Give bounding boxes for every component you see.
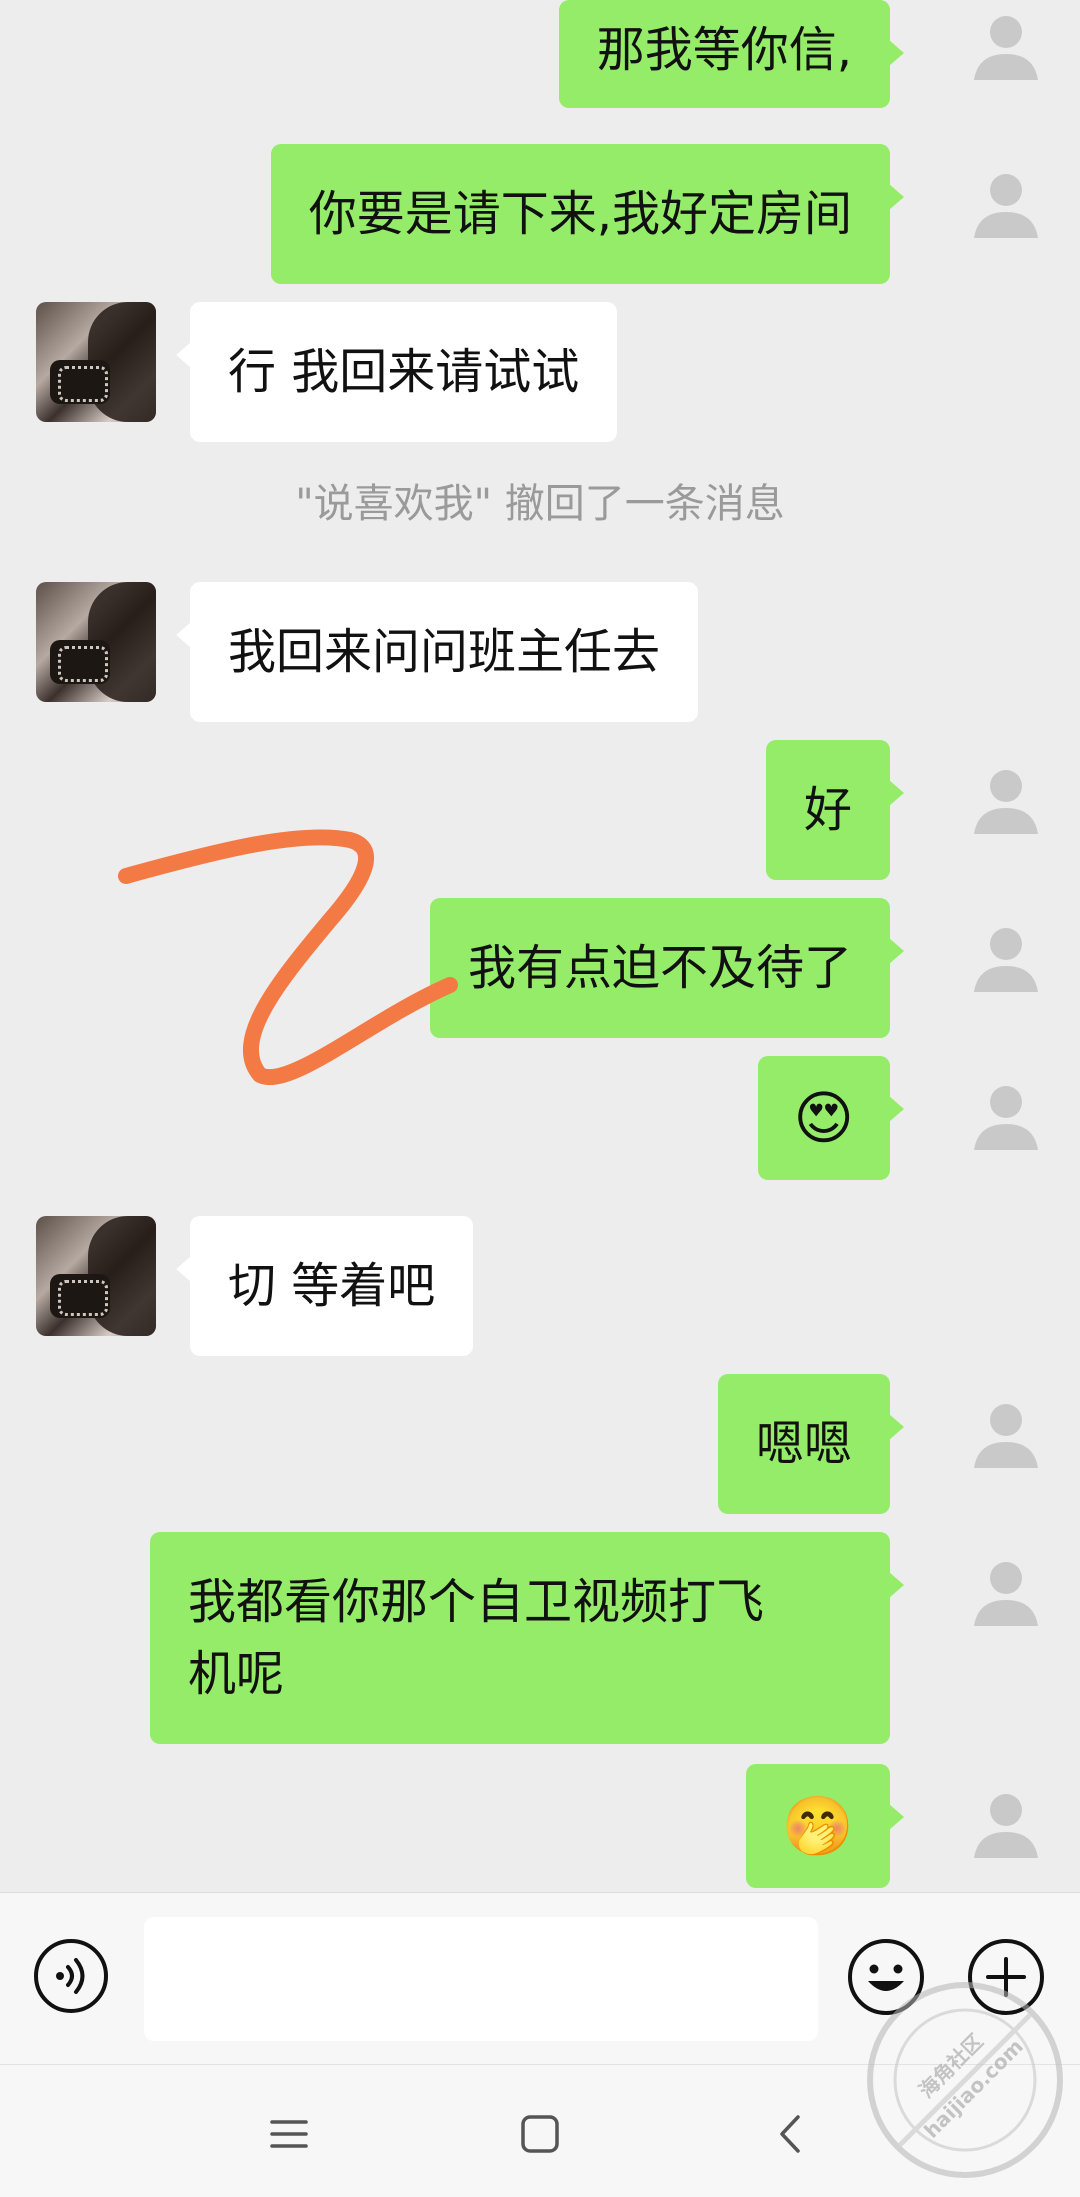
menu-icon[interactable] xyxy=(264,2109,314,2159)
voice-icon[interactable] xyxy=(32,1937,110,2015)
my-avatar[interactable] xyxy=(970,764,1042,836)
recall-notice: "说喜欢我" 撤回了一条消息 xyxy=(295,481,785,527)
system-navigation-bar xyxy=(0,2064,1080,2197)
heart-eyes-emoji: 😍 xyxy=(793,1084,854,1152)
my-avatar[interactable] xyxy=(970,1080,1042,1152)
message-bubble-outgoing[interactable]: 好 xyxy=(765,740,905,880)
contact-avatar[interactable] xyxy=(36,1216,156,1336)
home-square-icon[interactable] xyxy=(515,2109,565,2159)
message-text: 好 xyxy=(803,782,852,838)
smiley-icon[interactable] xyxy=(846,1937,926,2017)
my-avatar[interactable] xyxy=(970,1556,1042,1628)
message-bubble-outgoing[interactable]: 你要是请下来,我好定房间 xyxy=(270,144,905,284)
message-text: 切 等着吧 xyxy=(228,1258,436,1314)
orange-scribble-annotation xyxy=(118,829,458,1085)
message-bubble-incoming[interactable]: 切 等着吧 xyxy=(175,1216,474,1356)
my-avatar[interactable] xyxy=(970,168,1042,240)
message-input[interactable] xyxy=(144,1917,818,2041)
my-avatar[interactable] xyxy=(970,1398,1042,1470)
face-with-hand-over-mouth-emoji: 🤭 xyxy=(781,1792,854,1860)
message-bubble-outgoing[interactable]: 🤭 xyxy=(745,1764,905,1888)
message-text: 我有点迫不及待了 xyxy=(467,940,852,996)
my-avatar[interactable] xyxy=(970,1788,1042,1860)
message-text: 那我等你信, xyxy=(596,22,852,78)
message-text: 行 我回来请试试 xyxy=(228,344,580,400)
message-text-line: 我都看你那个自卫视频打飞 xyxy=(188,1574,765,1630)
message-bubble-outgoing[interactable]: 我都看你那个自卫视频打飞 机呢 xyxy=(150,1532,904,1744)
message-text: 我回来问问班主任去 xyxy=(228,624,661,680)
message-bubble-outgoing[interactable]: 😍 xyxy=(757,1056,905,1180)
contact-avatar[interactable] xyxy=(36,302,156,422)
back-chevron-icon[interactable] xyxy=(766,2109,816,2159)
plus-icon[interactable] xyxy=(966,1937,1046,2017)
input-bar xyxy=(0,1892,1080,2065)
my-avatar[interactable] xyxy=(970,10,1042,82)
message-bubble-outgoing[interactable]: 那我等你信, xyxy=(558,0,905,108)
message-bubble-outgoing[interactable]: 嗯嗯 xyxy=(717,1374,905,1514)
chat-area[interactable]: 那我等你信, 你要是请下来,我好定房间 行 我回来请试试 "说喜欢我" 撤回了一… xyxy=(0,0,1080,1892)
message-text-line: 机呢 xyxy=(188,1646,285,1702)
message-bubble-incoming[interactable]: 行 我回来请试试 xyxy=(175,302,618,442)
message-bubble-outgoing[interactable]: 我有点迫不及待了 xyxy=(429,898,905,1038)
message-text: 嗯嗯 xyxy=(755,1416,852,1472)
message-bubble-incoming[interactable]: 我回来问问班主任去 xyxy=(175,582,699,722)
my-avatar[interactable] xyxy=(970,922,1042,994)
contact-avatar[interactable] xyxy=(36,582,156,702)
message-text: 你要是请下来,我好定房间 xyxy=(308,186,852,242)
